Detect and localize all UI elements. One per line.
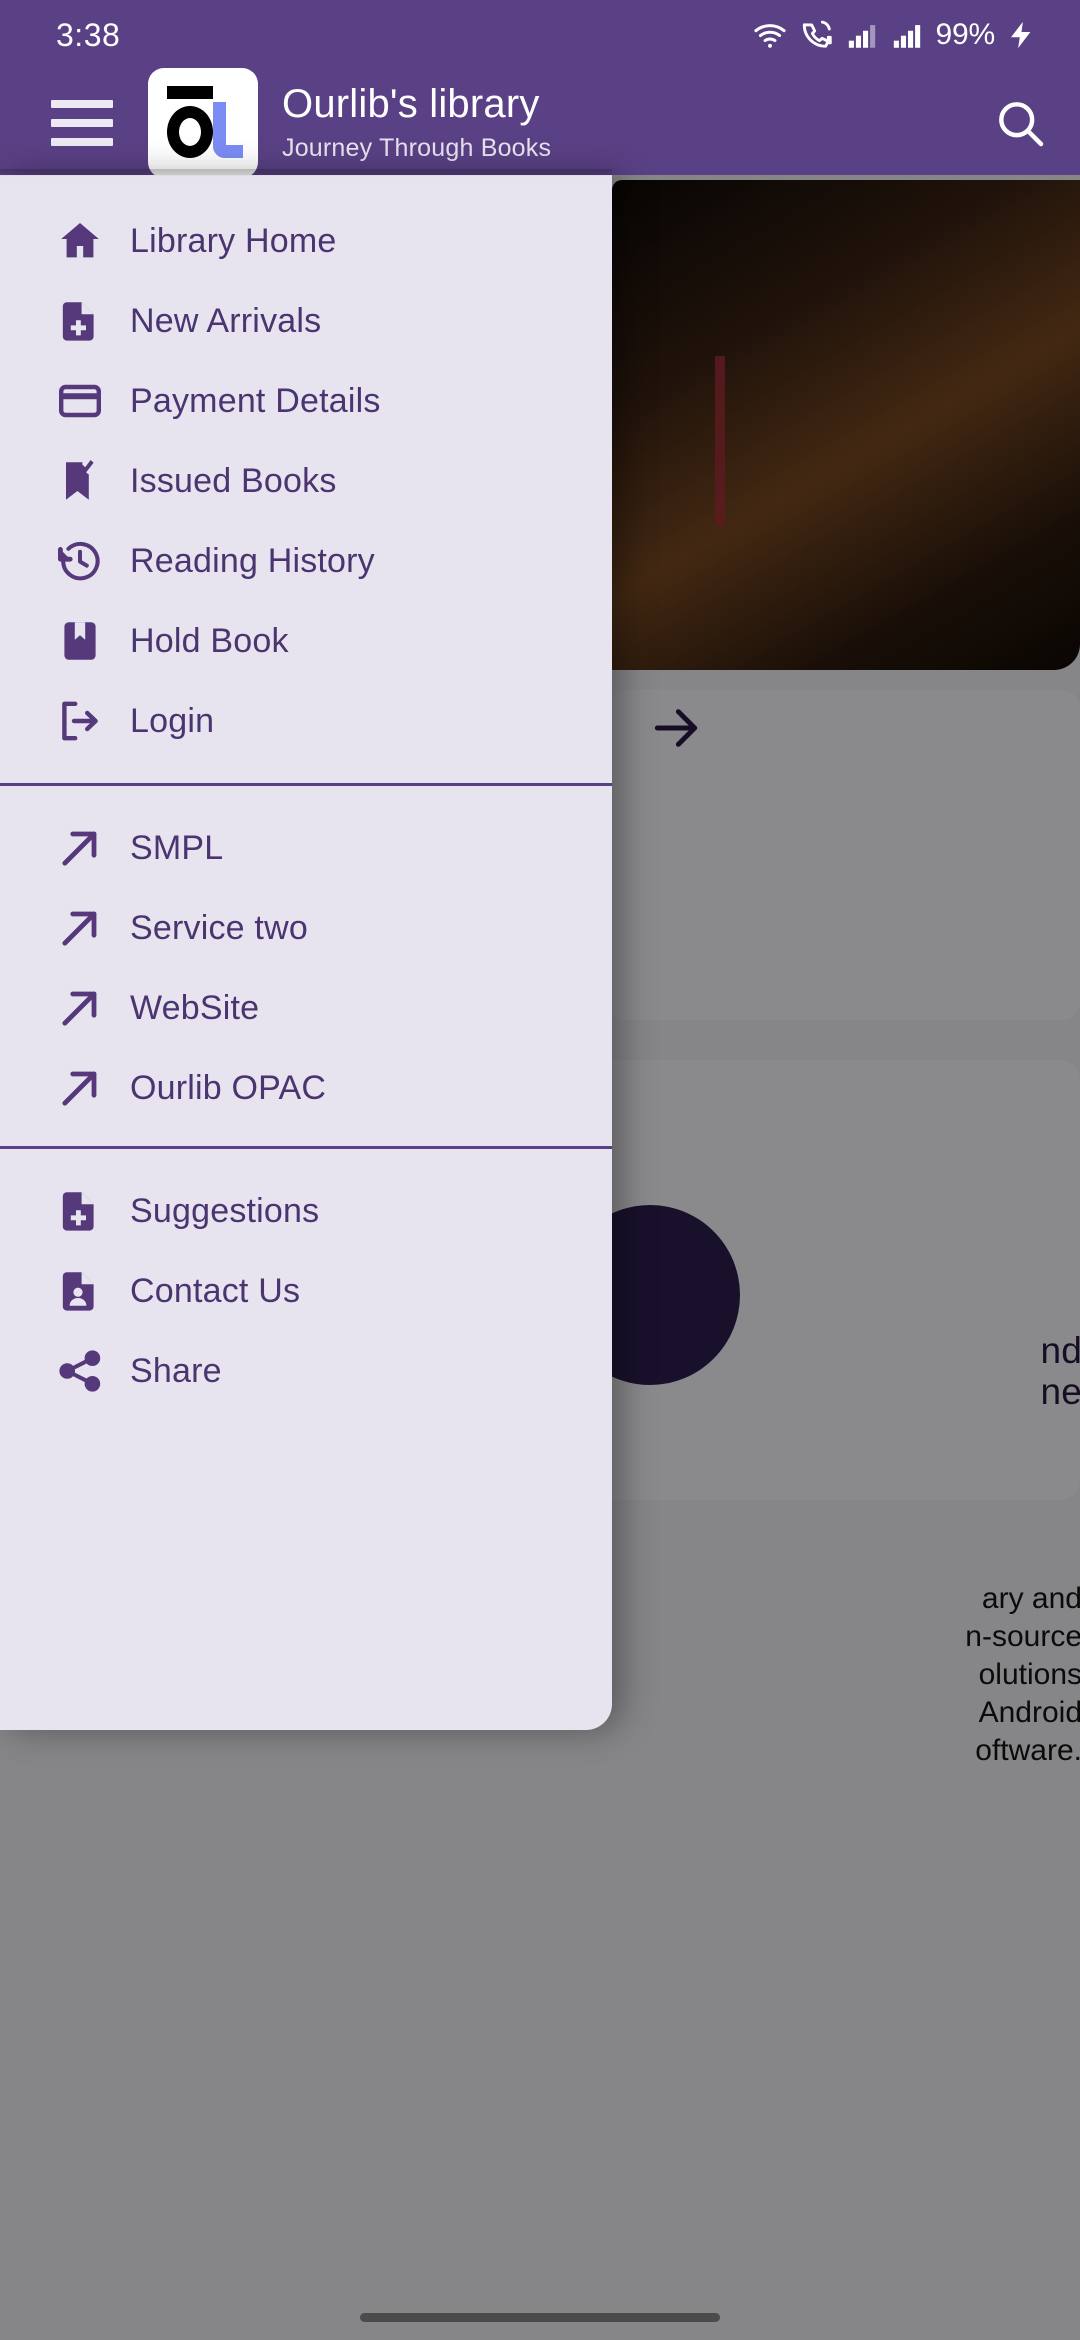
sidebar-item-issued-books[interactable]: Issued Books — [0, 441, 612, 521]
history-clock-icon — [56, 537, 130, 585]
battery-percentage: 99% — [935, 18, 996, 51]
external-link-arrow-icon — [56, 824, 130, 872]
drawer-section-support: Suggestions Contact Us Share — [0, 1149, 612, 1411]
sidebar-item-label: Service two — [130, 908, 308, 947]
drawer-section-external-links: SMPL Service two WebSite Ourlib OPAC — [0, 786, 612, 1146]
sidebar-item-service-two[interactable]: Service two — [0, 888, 612, 968]
sidebar-item-label: Login — [130, 701, 215, 740]
sidebar-item-label: Reading History — [130, 541, 375, 580]
file-person-icon — [56, 1267, 130, 1315]
drawer-section-primary: Library Home New Arrivals Payment Detail… — [0, 175, 612, 783]
sidebar-item-label: Share — [130, 1351, 222, 1390]
sidebar-item-label: Library Home — [130, 221, 337, 260]
file-plus-icon — [56, 1187, 130, 1235]
sidebar-item-smpl[interactable]: SMPL — [0, 808, 612, 888]
login-exit-icon — [56, 697, 130, 745]
sidebar-item-label: Payment Details — [130, 381, 381, 420]
page-title: Ourlib's library — [282, 81, 540, 126]
page-subtitle: Journey Through Books — [282, 133, 552, 162]
search-icon[interactable] — [960, 95, 1080, 151]
bookmark-check-icon — [56, 457, 130, 505]
logo-letter-o — [167, 105, 213, 158]
logo-letter-l — [213, 101, 243, 158]
app-bar-titles: Ourlib's library Journey Through Books — [282, 83, 960, 163]
sidebar-item-contact-us[interactable]: Contact Us — [0, 1251, 612, 1331]
sidebar-item-label: New Arrivals — [130, 301, 322, 340]
file-plus-icon — [56, 297, 130, 345]
sidebar-item-label: WebSite — [130, 988, 260, 1027]
cellular-signal-1-icon — [846, 18, 880, 52]
sidebar-item-payment-details[interactable]: Payment Details — [0, 361, 612, 441]
credit-card-icon — [56, 377, 130, 425]
home-gesture-handle[interactable] — [0, 2294, 1080, 2340]
status-clock: 3:38 — [56, 16, 121, 53]
external-link-arrow-icon — [56, 984, 130, 1032]
navigation-drawer: Library Home New Arrivals Payment Detail… — [0, 169, 612, 1730]
hamburger-menu-icon[interactable] — [32, 99, 132, 146]
gesture-pill — [360, 2312, 720, 2322]
external-link-arrow-icon — [56, 1064, 130, 1112]
external-link-arrow-icon — [56, 904, 130, 952]
sidebar-item-ourlib-opac[interactable]: Ourlib OPAC — [0, 1048, 612, 1128]
share-nodes-icon — [56, 1347, 130, 1395]
sidebar-item-reading-history[interactable]: Reading History — [0, 521, 612, 601]
sidebar-item-login[interactable]: Login — [0, 681, 612, 761]
sidebar-item-new-arrivals[interactable]: New Arrivals — [0, 281, 612, 361]
logo-macron-bar — [167, 85, 213, 99]
sidebar-item-label: Issued Books — [130, 461, 337, 500]
charging-bolt-icon — [1006, 18, 1036, 52]
ourlib-logo — [148, 67, 258, 178]
cellular-signal-2-icon — [891, 18, 925, 52]
status-bar: 3:38 99% — [0, 0, 1080, 70]
sidebar-item-suggestions[interactable]: Suggestions — [0, 1171, 612, 1251]
call-signal-icon — [799, 17, 835, 53]
home-icon — [56, 217, 130, 265]
book-bookmark-icon — [56, 617, 130, 665]
sidebar-item-website[interactable]: WebSite — [0, 968, 612, 1048]
wifi-icon — [752, 17, 788, 53]
sidebar-item-label: Hold Book — [130, 621, 289, 660]
sidebar-item-share[interactable]: Share — [0, 1331, 612, 1411]
sidebar-item-label: Suggestions — [130, 1191, 320, 1230]
sidebar-item-library-home[interactable]: Library Home — [0, 201, 612, 281]
sidebar-item-hold-book[interactable]: Hold Book — [0, 601, 612, 681]
sidebar-item-label: Contact Us — [130, 1271, 301, 1310]
sidebar-item-label: SMPL — [130, 828, 224, 867]
app-bar: Ourlib's library Journey Through Books — [0, 67, 1080, 178]
sidebar-item-label: Ourlib OPAC — [130, 1068, 327, 1107]
